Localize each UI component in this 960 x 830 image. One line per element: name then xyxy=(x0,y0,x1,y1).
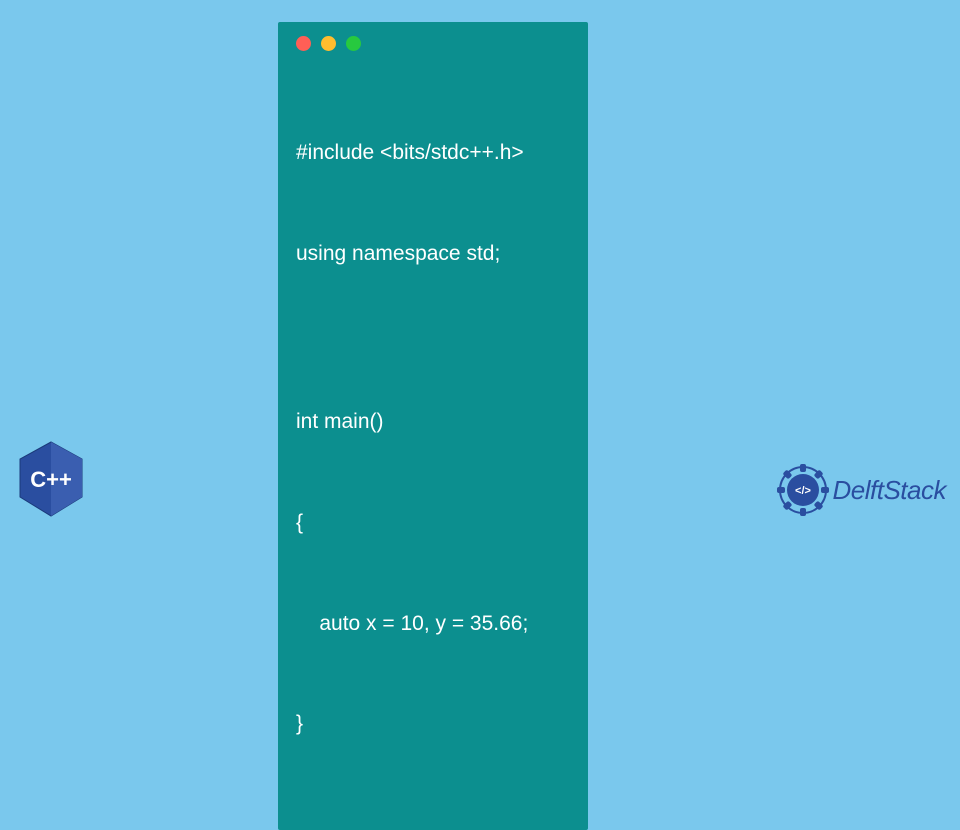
gear-icon: </> xyxy=(777,464,829,516)
code-window: #include <bits/stdc++.h> using namespace… xyxy=(278,22,588,830)
code-line: auto x = 10, y = 35.66; xyxy=(296,607,570,641)
cpp-label: C++ xyxy=(30,467,72,492)
cpp-language-icon: C++ xyxy=(16,440,86,518)
code-line: int main() xyxy=(296,405,570,439)
brand-logo: </> DelftStack xyxy=(777,464,947,516)
code-line: { xyxy=(296,506,570,540)
close-icon xyxy=(296,36,311,51)
svg-text:</>: </> xyxy=(795,485,811,497)
code-block: #include <bits/stdc++.h> using namespace… xyxy=(296,69,570,808)
maximize-icon xyxy=(346,36,361,51)
window-traffic-lights xyxy=(296,36,570,51)
code-line: #include <bits/stdc++.h> xyxy=(296,136,570,170)
minimize-icon xyxy=(321,36,336,51)
brand-name: DelftStack xyxy=(833,475,947,506)
code-line: } xyxy=(296,707,570,741)
code-line: using namespace std; xyxy=(296,237,570,271)
